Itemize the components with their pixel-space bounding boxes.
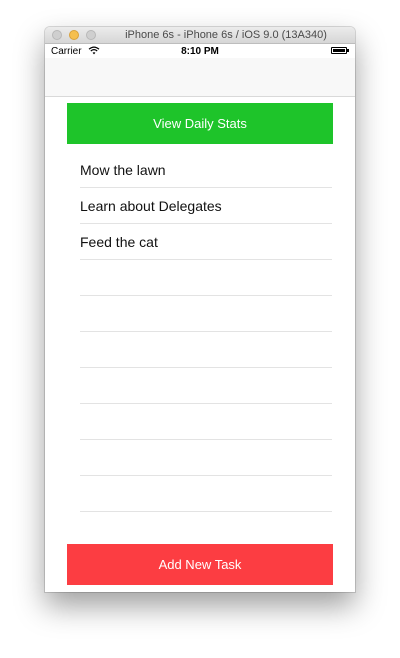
add-new-task-label: Add New Task (158, 557, 242, 572)
iphone-screen: Carrier 8:10 PM View Daily Stats Mow the… (45, 44, 355, 592)
add-new-task-button[interactable]: Add New Task (67, 544, 333, 585)
empty-row (80, 260, 332, 296)
empty-row (80, 296, 332, 332)
empty-row (80, 440, 332, 476)
close-window-button[interactable] (52, 30, 62, 40)
status-bar: Carrier 8:10 PM (45, 44, 355, 58)
task-row[interactable]: Learn about Delegates (80, 188, 332, 224)
empty-row (80, 404, 332, 440)
empty-row (80, 368, 332, 404)
empty-row (80, 332, 332, 368)
zoom-window-button[interactable] (86, 30, 96, 40)
task-row[interactable]: Feed the cat (80, 224, 332, 260)
task-label: Feed the cat (80, 233, 158, 250)
view-daily-stats-button[interactable]: View Daily Stats (67, 103, 333, 144)
empty-row (80, 476, 332, 512)
navigation-bar (45, 58, 355, 97)
window-titlebar[interactable]: iPhone 6s - iPhone 6s / iOS 9.0 (13A340) (45, 27, 355, 44)
task-row[interactable]: Mow the lawn (80, 152, 332, 188)
window-title: iPhone 6s - iPhone 6s / iOS 9.0 (13A340) (125, 29, 327, 41)
status-time: 8:10 PM (181, 46, 219, 57)
task-label: Learn about Delegates (80, 197, 222, 214)
view-daily-stats-label: View Daily Stats (153, 116, 247, 131)
minimize-window-button[interactable] (69, 30, 79, 40)
simulator-window: iPhone 6s - iPhone 6s / iOS 9.0 (13A340)… (45, 27, 355, 592)
battery-icon (331, 47, 349, 54)
task-list[interactable]: Mow the lawn Learn about Delegates Feed … (80, 152, 332, 512)
task-label: Mow the lawn (80, 161, 166, 178)
